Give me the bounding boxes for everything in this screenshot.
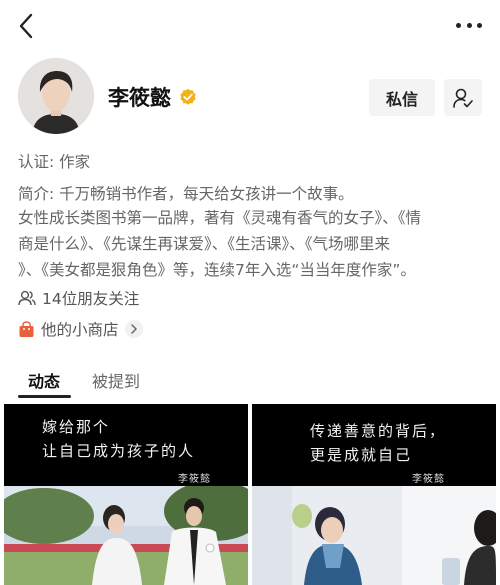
- more-dots-icon: [456, 22, 461, 28]
- verified-badge-icon: [180, 88, 196, 105]
- profile-name-row: 李筱懿: [108, 82, 197, 112]
- post-photo: [252, 486, 496, 585]
- shop-link[interactable]: 他的小商店: [18, 318, 143, 340]
- avatar[interactable]: [18, 58, 94, 134]
- back-button[interactable]: [16, 12, 38, 40]
- avatar-image: [18, 58, 94, 134]
- message-button[interactable]: 私信: [369, 79, 435, 116]
- content-tabs: 动态 被提到: [0, 364, 500, 398]
- top-bar: [0, 0, 500, 52]
- post-card[interactable]: 嫁给那个 让自己成为孩子的人 李筱懿: [4, 404, 248, 585]
- user-follow-icon: [453, 88, 473, 108]
- post-quote-line: 更是成就自己: [310, 446, 413, 464]
- profile-name: 李筱懿: [108, 86, 171, 110]
- post-quote-line: 传递善意的背后，: [310, 422, 447, 440]
- post-card[interactable]: 传递善意的背后， 更是成就自己 李筱懿: [252, 404, 496, 585]
- tab-mentioned[interactable]: 被提到: [92, 368, 140, 392]
- post-quote-line: 嫁给那个: [42, 418, 111, 436]
- active-tab-indicator: [18, 395, 71, 398]
- tab-moments[interactable]: 动态: [28, 368, 60, 392]
- post-signature: 李筱懿: [412, 474, 445, 485]
- shop-link-text: 他的小商店: [41, 321, 119, 339]
- friends-icon: [18, 290, 36, 306]
- intro-line: 》、《美女都是狠角色》等，连续7年入选“当当年度作家”。: [18, 261, 416, 279]
- post-signature: 李筱懿: [178, 474, 211, 485]
- post-quote-line: 让自己成为孩子的人: [42, 442, 196, 460]
- certification-text: 认证: 作家: [18, 153, 91, 171]
- shop-bag-icon: [19, 320, 34, 337]
- follow-button[interactable]: [444, 79, 482, 116]
- chevron-left-icon: [19, 13, 33, 39]
- friends-following-link[interactable]: 14位朋友关注: [18, 287, 139, 309]
- friends-following-text: 14位朋友关注: [42, 290, 140, 308]
- chevron-right-icon: [124, 320, 143, 338]
- post-photo: [4, 486, 248, 585]
- intro-line: 女性成长类图书第一品牌，著有《灵魂有香气的女子》、《情: [18, 209, 422, 227]
- intro-line: 商是什么》、《先谋生再谋爱》、《生活课》、《气场哪里来: [18, 235, 391, 253]
- more-options-button[interactable]: [456, 20, 482, 30]
